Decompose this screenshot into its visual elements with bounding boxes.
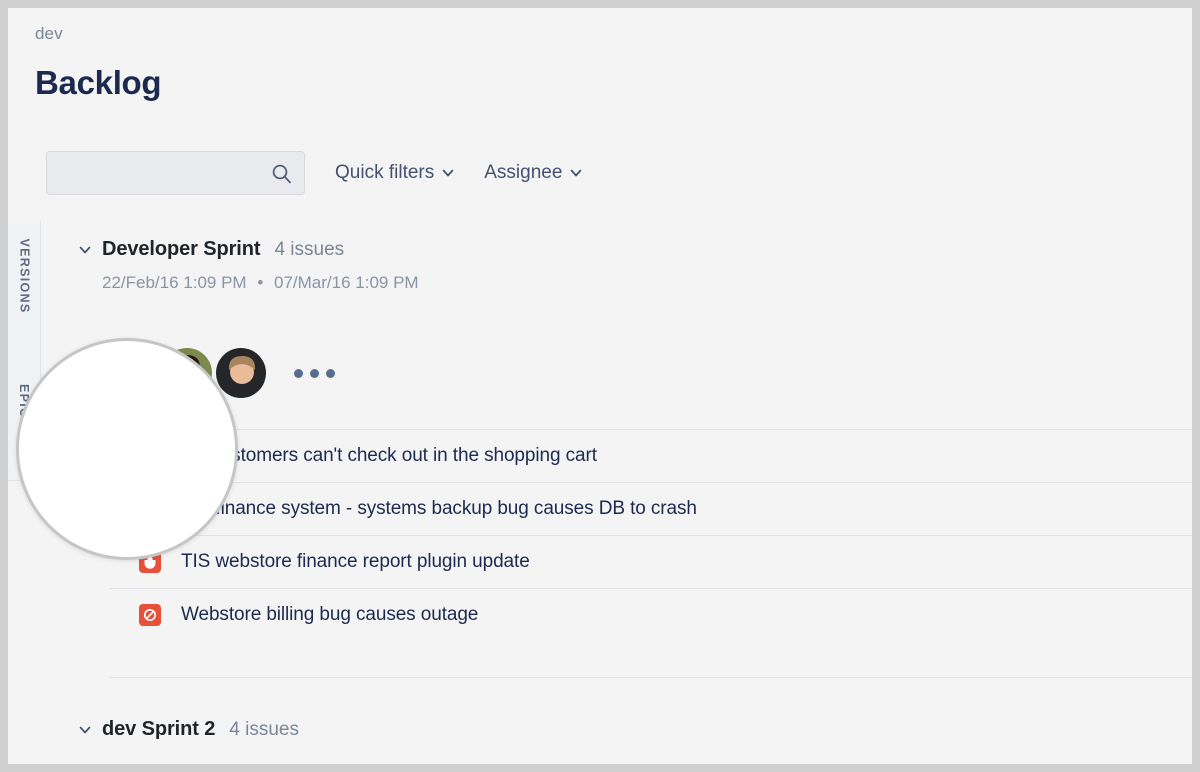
- issue-list: My customers can't check out in the shop…: [109, 429, 1192, 642]
- table-row[interactable]: My customers can't check out in the shop…: [109, 430, 1192, 483]
- sprint-header[interactable]: dev Sprint 2 4 issues: [8, 718, 1192, 741]
- sprint-name: Developer Sprint: [102, 238, 260, 261]
- search-box[interactable]: [46, 151, 305, 195]
- sprint-issue-count: 4 issues: [229, 719, 299, 741]
- ellipsis-dot: [326, 369, 335, 378]
- ellipsis-dot: [310, 369, 319, 378]
- more-members-button[interactable]: [294, 369, 335, 378]
- assignee-label: Assignee: [484, 162, 562, 184]
- quick-filters-label: Quick filters: [335, 162, 434, 184]
- table-row[interactable]: TIS finance system - systems backup bug …: [109, 483, 1192, 536]
- sprint-name: dev Sprint 2: [102, 718, 215, 741]
- ellipsis-dot: [294, 369, 303, 378]
- quick-filters-dropdown[interactable]: Quick filters: [335, 162, 454, 184]
- table-row[interactable]: TIS webstore finance report plugin updat…: [109, 536, 1192, 589]
- page-title: Backlog: [35, 64, 161, 102]
- table-row[interactable]: Webstore billing bug causes outage: [109, 589, 1192, 642]
- chevron-down-icon[interactable]: [78, 723, 92, 737]
- issue-summary: TIS finance system - systems backup bug …: [181, 498, 697, 520]
- sprint-end-date: 07/Mar/16 1:09 PM: [274, 273, 419, 292]
- sprint-header[interactable]: Developer Sprint 4 issues: [8, 238, 1192, 261]
- sprint-issue-count: 4 issues: [274, 239, 344, 261]
- app-window: dev Backlog Quick filters Assignee VERSI…: [8, 8, 1192, 764]
- chevron-down-icon[interactable]: [78, 243, 92, 257]
- chevron-down-icon: [570, 167, 582, 179]
- chevron-down-icon: [442, 167, 454, 179]
- sprint-date-separator: •: [257, 273, 263, 292]
- sprint-dates: 22/Feb/16 1:09 PM • 07/Mar/16 1:09 PM: [8, 273, 1192, 293]
- sprint-start-date: 22/Feb/16 1:09 PM: [102, 273, 247, 292]
- magnifier-content: EPICS: [16, 338, 238, 560]
- sprint-dropzone[interactable]: [109, 640, 1192, 678]
- issue-summary: Webstore billing bug causes outage: [181, 604, 478, 626]
- magnifier-lens: EPICS: [16, 338, 238, 560]
- issue-summary: My customers can't check out in the shop…: [181, 445, 597, 467]
- search-input[interactable]: [47, 152, 304, 194]
- blocker-icon: [139, 604, 161, 626]
- breadcrumb[interactable]: dev: [35, 24, 63, 44]
- assignee-dropdown[interactable]: Assignee: [484, 162, 582, 184]
- filter-bar: Quick filters Assignee: [46, 150, 582, 196]
- sprint-section-dev-sprint-2: dev Sprint 2 4 issues: [8, 718, 1192, 741]
- sprint-section-developer-sprint: Developer Sprint 4 issues 22/Feb/16 1:09…: [8, 238, 1192, 293]
